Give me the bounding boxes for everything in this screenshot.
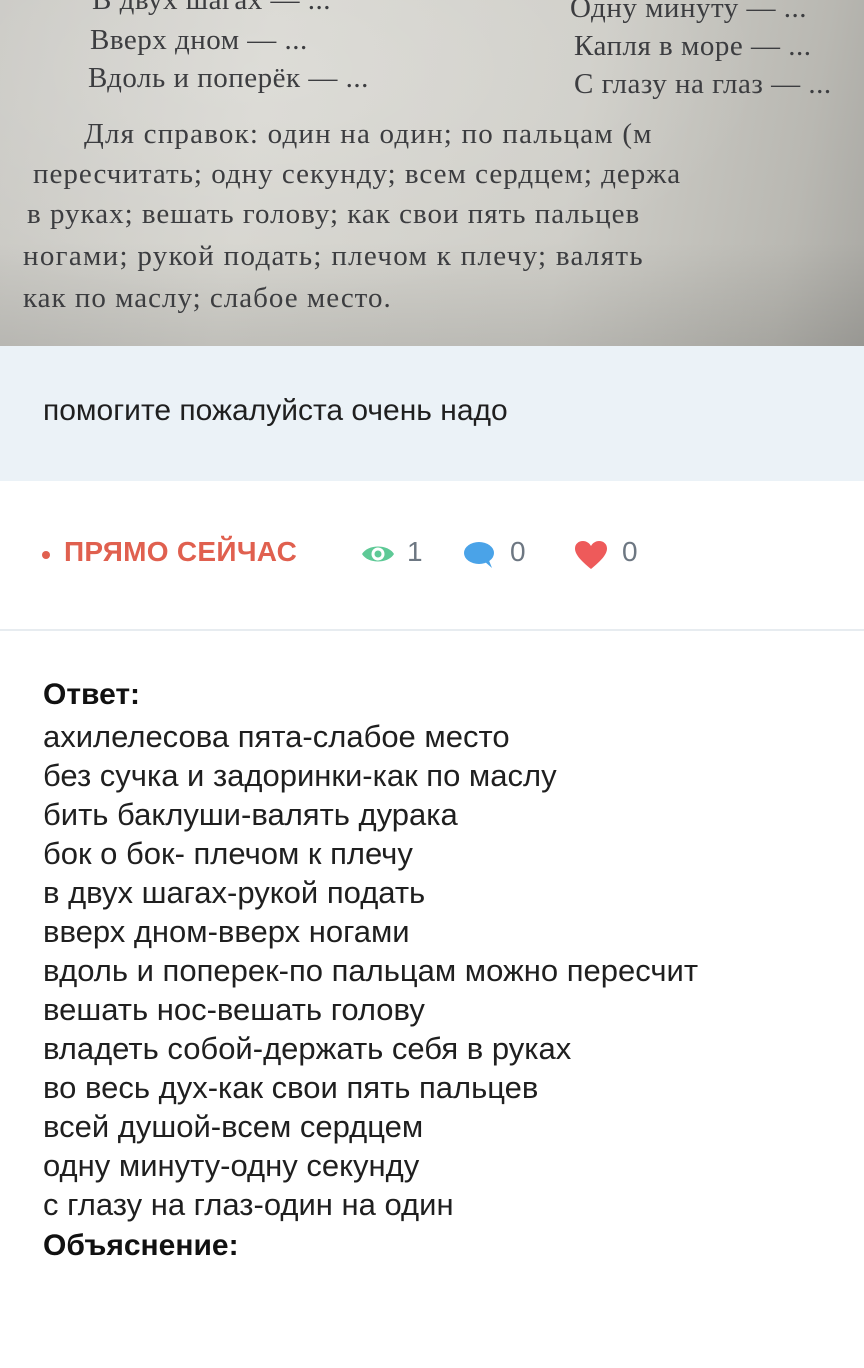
answer-line: во весь дух-как свои пять пальцев — [43, 1070, 539, 1105]
photo-text-line: Вверх дном — ... — [90, 24, 308, 56]
answer-line: вдоль и поперек-по пальцам можно пересчи… — [43, 953, 699, 988]
photo-text-line: Вдоль и поперёк — ... — [88, 62, 369, 94]
question-text: помогите пожалуйста очень надо — [43, 394, 508, 427]
answer-line: владеть собой-держать себя в руках — [43, 1031, 572, 1066]
photo-text-line: В двух шагах — ... — [92, 0, 332, 16]
answer-line: всей душой-всем сердцем — [43, 1109, 424, 1144]
likes-count: 0 — [622, 536, 638, 567]
comments-count: 0 — [510, 536, 526, 567]
photo-text-line: Для справок: один на один; по пальцам (м — [84, 118, 653, 150]
photo-text-line: Одну минуту — ... — [570, 0, 808, 24]
answer-line: вверх дном-вверх ногами — [43, 914, 410, 949]
answer-list: ахилелесова пята-слабое место без сучка … — [43, 717, 698, 1224]
views-count: 1 — [407, 536, 423, 567]
comment-icon[interactable] — [462, 541, 496, 574]
answer-line: бить баклуши-валять дурака — [43, 797, 458, 832]
photo-text-line: Капля в море — ... — [574, 30, 812, 62]
divider — [0, 629, 864, 631]
photo-text-line: С глазу на глаз — ... — [574, 68, 832, 100]
photo-text-line: в руках; вешать голову; как свои пять па… — [27, 198, 641, 230]
photo-text-line: ногами; рукой подать; плечом к плечу; ва… — [23, 240, 644, 272]
eye-icon — [360, 541, 396, 572]
explanation-title: Объяснение: — [43, 1229, 239, 1262]
answer-title: Ответ: — [43, 678, 141, 711]
answer-line: ахилелесова пята-слабое место — [43, 719, 510, 754]
photo-text-line: пересчитать; одну секунду; всем сердцем;… — [33, 158, 682, 190]
heart-icon[interactable] — [574, 540, 608, 575]
answer-line: одну минуту-одну секунду — [43, 1148, 420, 1183]
photo-text-line: как по маслу; слабое место. — [23, 282, 392, 314]
answer-line: вешать нос-вешать голову — [43, 992, 425, 1027]
answer-line: в двух шагах-рукой подать — [43, 875, 426, 910]
answer-line: без сучка и задоринки-как по маслу — [43, 758, 557, 793]
answer-line: с глазу на глаз-один на один — [43, 1187, 454, 1222]
live-dot-icon — [42, 551, 50, 559]
question-photo[interactable]: В двух шагах — ... Одну минуту — ... Вве… — [0, 0, 864, 346]
live-label: ПРЯМО СЕЙЧАС — [64, 536, 298, 567]
answer-line: бок о бок- плечом к плечу — [43, 836, 413, 871]
